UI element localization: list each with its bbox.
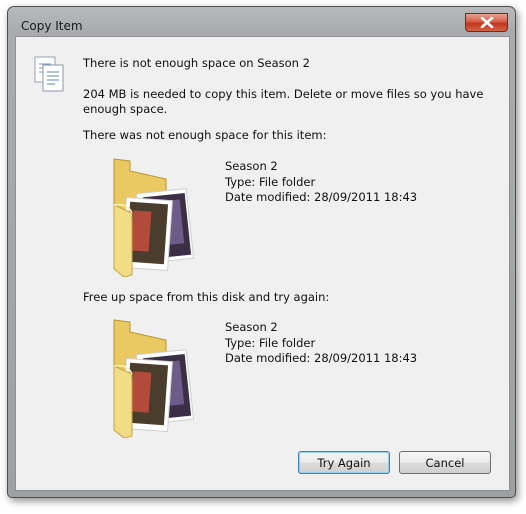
item-type: Type: File folder — [225, 335, 316, 350]
item-info: Season 2 Type: File folder Date modified… — [225, 320, 417, 367]
close-button[interactable] — [465, 13, 508, 32]
item-info: Season 2 Type: File folder Date modified… — [225, 159, 417, 206]
copy-item-dialog: Copy Item There is not enough space on S… — [7, 6, 516, 498]
item-type: Type: File folder — [225, 174, 316, 189]
close-icon — [480, 17, 494, 28]
section-label-item: There was not enough space for this item… — [83, 128, 327, 142]
item-date-modified: Date modified: 28/09/2011 18:43 — [225, 351, 418, 365]
main-message: There is not enough space on Season 2 — [83, 56, 310, 70]
folder-icon — [113, 319, 195, 438]
folder-icon — [113, 158, 195, 277]
item-name: Season 2 — [225, 159, 278, 173]
dialog-content: There is not enough space on Season 2 20… — [15, 36, 510, 491]
title-bar[interactable]: Copy Item — [8, 7, 515, 37]
copy-document-icon — [34, 56, 64, 92]
window-title: Copy Item — [21, 19, 83, 33]
item-date-modified: Date modified: 28/09/2011 18:43 — [225, 190, 418, 204]
detail-message: 204 MB is needed to copy this item. Dele… — [83, 87, 484, 116]
item-name: Season 2 — [225, 320, 278, 334]
try-again-button[interactable]: Try Again — [298, 451, 390, 474]
cancel-button[interactable]: Cancel — [399, 451, 491, 474]
section-label-disk: Free up space from this disk and try aga… — [83, 290, 330, 304]
